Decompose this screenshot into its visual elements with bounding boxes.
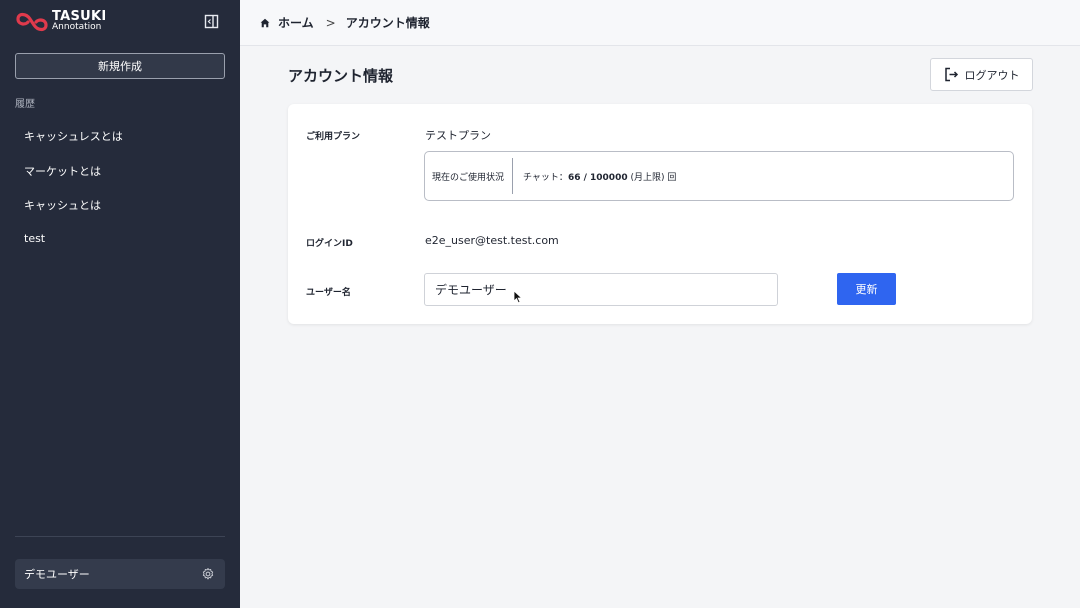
history-item[interactable]: キャッシュレスとは — [24, 128, 123, 144]
mouse-cursor-icon — [513, 290, 523, 304]
history-item[interactable]: マーケットとは — [24, 163, 101, 179]
login-id-value: e2e_user@test.test.com — [425, 234, 559, 247]
breadcrumb-home-label: ホーム — [278, 16, 314, 30]
logout-button[interactable]: ログアウト — [930, 58, 1033, 91]
history-item[interactable]: test — [24, 232, 45, 245]
page-title: アカウント情報 — [288, 67, 394, 85]
breadcrumb-separator: > — [325, 15, 336, 30]
account-info-card: ご利用プラン テストプラン 現在のご使用状況 チャット：66 / 100000 … — [288, 104, 1032, 324]
breadcrumb-current: アカウント情報 — [345, 16, 430, 30]
history-item[interactable]: キャッシュとは — [24, 197, 101, 213]
user-menu[interactable]: デモユーザー — [15, 559, 225, 589]
update-button[interactable]: 更新 — [837, 273, 896, 305]
plan-value: テストプラン — [425, 129, 491, 142]
history-heading: 履歴 — [15, 99, 35, 110]
username-label: ユーザー名 — [306, 288, 351, 298]
sidebar: TASUKI Annotation 新規作成 履歴 キャッシュレスとは マーケッ… — [0, 0, 240, 608]
breadcrumb-home[interactable]: ホーム — [260, 14, 314, 31]
breadcrumb: ホーム > アカウント情報 — [240, 0, 1080, 46]
home-icon — [260, 18, 270, 27]
sidebar-divider — [15, 536, 225, 537]
usage-suffix: (月上限) 回 — [627, 172, 677, 183]
logo-subtitle: Annotation — [52, 22, 102, 32]
usage-label: 現在のご使用状況 — [425, 158, 514, 194]
usage-count: 66 / 100000 — [567, 172, 628, 183]
new-chat-button[interactable]: 新規作成 — [15, 53, 225, 79]
logo-title: TASUKI — [52, 9, 107, 24]
user-name: デモユーザー — [24, 568, 90, 581]
collapse-sidebar-icon[interactable] — [204, 14, 221, 31]
username-input[interactable] — [424, 273, 778, 306]
plan-label: ご利用プラン — [306, 132, 361, 142]
gear-icon[interactable] — [201, 567, 215, 581]
tasuki-logo-icon — [16, 12, 48, 32]
logo[interactable]: TASUKI Annotation — [14, 9, 107, 35]
usage-prefix: チャット： — [523, 172, 568, 183]
logout-icon — [944, 67, 958, 82]
usage-box: 現在のご使用状況 チャット：66 / 100000 (月上限) 回 — [424, 151, 1014, 201]
login-id-label: ログインID — [306, 239, 353, 249]
logout-label: ログアウト — [964, 68, 1020, 82]
usage-value: チャット：66 / 100000 (月上限) 回 — [513, 170, 676, 183]
